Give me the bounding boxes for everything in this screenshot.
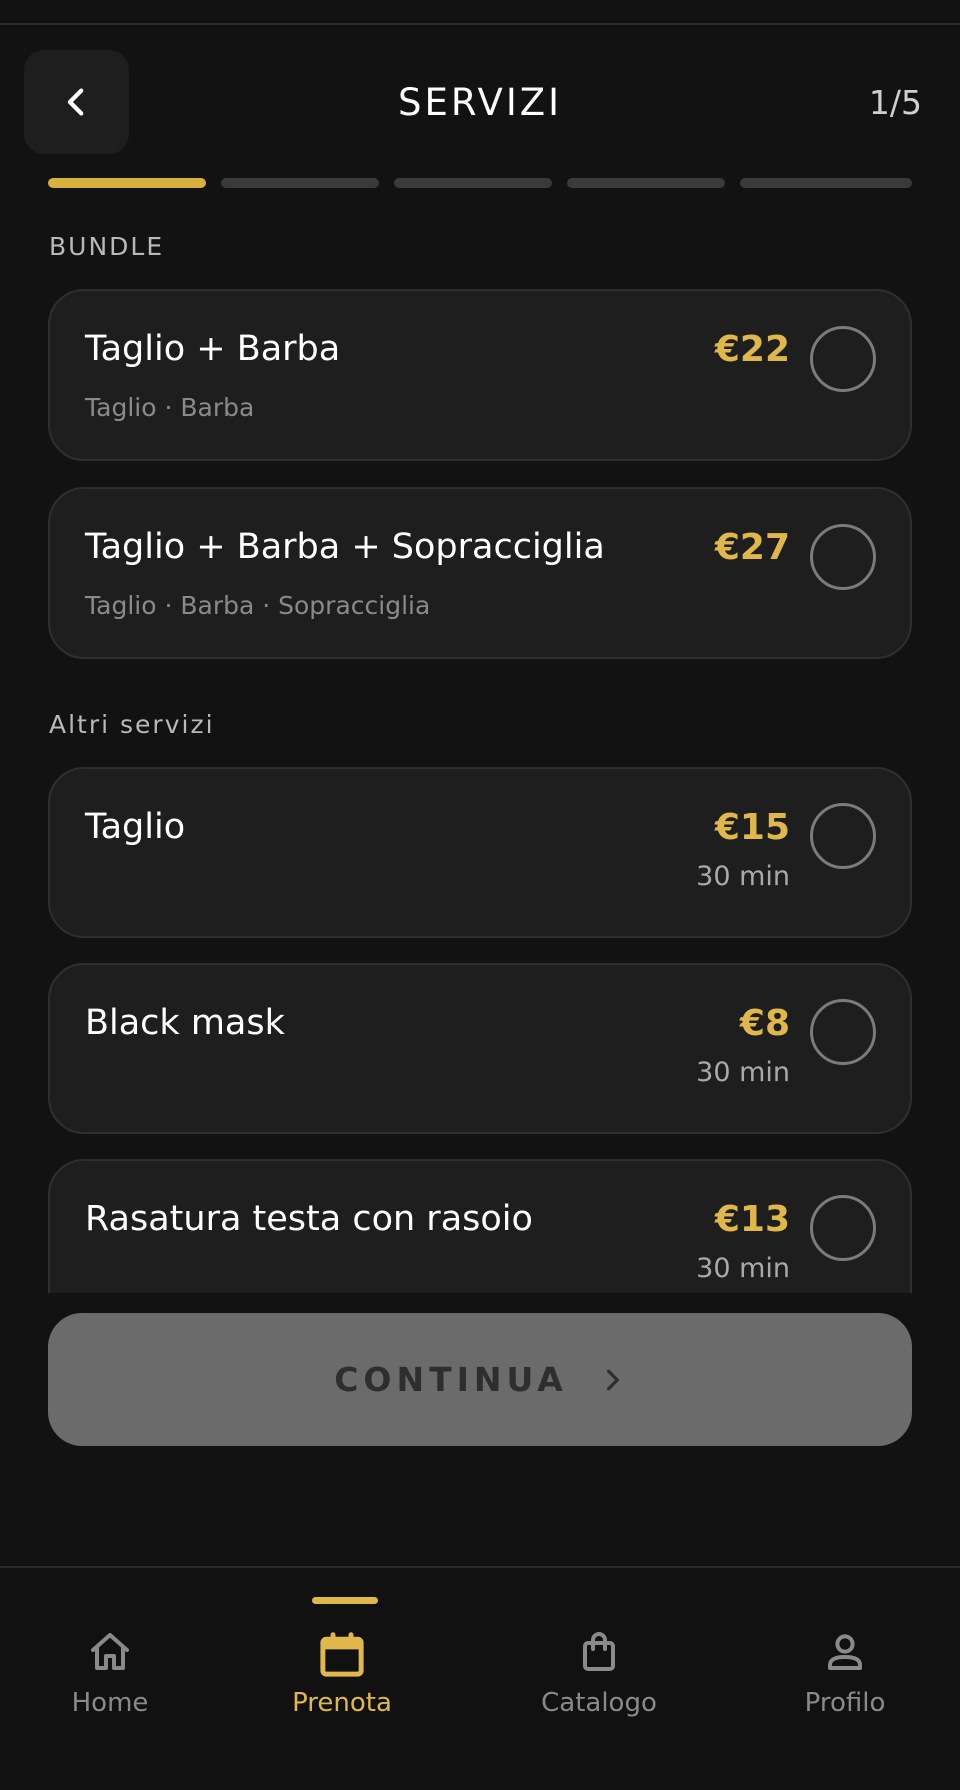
service-name: Black mask <box>85 1003 285 1043</box>
bundle-price: €22 <box>714 329 790 370</box>
service-card[interactable]: Black mask €8 30 min <box>48 963 912 1134</box>
progress-segment-5 <box>740 178 912 188</box>
progress-segment-2 <box>221 178 379 188</box>
user-icon <box>828 1634 862 1670</box>
nav-label: Home <box>71 1688 149 1718</box>
progress-segment-1 <box>48 178 206 188</box>
booking-services-screen: SERVIZI 1/5 BUNDLE Taglio + Barba Taglio… <box>0 0 960 1790</box>
select-radio[interactable] <box>810 326 876 392</box>
service-duration: 30 min <box>696 1057 790 1088</box>
bundle-includes: Taglio · Barba · Sopracciglia <box>85 591 431 620</box>
nav-item-home[interactable]: Home <box>10 1568 210 1768</box>
service-card[interactable]: Rasatura testa con rasoio €13 30 min <box>48 1159 912 1293</box>
shopping-bag-icon <box>583 1632 615 1671</box>
header: SERVIZI 1/5 <box>0 50 960 154</box>
bundle-card[interactable]: Taglio + Barba Taglio · Barba €22 <box>48 289 912 461</box>
select-radio[interactable] <box>810 524 876 590</box>
active-tab-indicator <box>312 1597 378 1604</box>
select-radio[interactable] <box>810 803 876 869</box>
home-icon <box>91 1633 129 1670</box>
service-duration: 30 min <box>696 1253 790 1284</box>
bundle-includes: Taglio · Barba <box>85 393 255 422</box>
progress-segment-4 <box>567 178 725 188</box>
service-duration: 30 min <box>696 861 790 892</box>
service-name: Taglio <box>85 807 186 847</box>
service-price: €13 <box>714 1199 790 1240</box>
select-radio[interactable] <box>810 999 876 1065</box>
chevron-left-icon <box>67 88 83 116</box>
nav-item-profilo[interactable]: Profilo <box>745 1568 945 1768</box>
service-price: €15 <box>714 807 790 848</box>
continue-button[interactable]: CONTINUA <box>48 1313 912 1446</box>
chevron-right-icon <box>606 1369 619 1390</box>
step-progress <box>48 178 912 188</box>
continue-label: CONTINUA <box>334 1360 568 1399</box>
service-price: €8 <box>739 1003 790 1044</box>
nav-label: Prenota <box>292 1688 392 1718</box>
service-name: Rasatura testa con rasoio <box>85 1199 533 1239</box>
calendar-icon <box>320 1632 364 1677</box>
bundle-name: Taglio + Barba + Sopracciglia <box>85 527 605 567</box>
bundle-section-label: BUNDLE <box>49 232 165 261</box>
service-card[interactable]: Taglio €15 30 min <box>48 767 912 938</box>
nav-item-prenota[interactable]: Prenota <box>242 1568 442 1768</box>
bundle-card[interactable]: Taglio + Barba + Sopracciglia Taglio · B… <box>48 487 912 659</box>
nav-label: Profilo <box>804 1688 886 1718</box>
services-list[interactable]: Taglio + Barba Taglio · Barba €22 Taglio… <box>0 270 960 1293</box>
bundle-price: €27 <box>714 527 790 568</box>
nav-item-catalogo[interactable]: Catalogo <box>499 1568 699 1768</box>
select-radio[interactable] <box>810 1195 876 1261</box>
other-services-label: Altri servizi <box>49 710 215 739</box>
step-counter: 1/5 <box>868 82 922 122</box>
back-button[interactable] <box>24 50 129 154</box>
top-divider <box>0 23 960 25</box>
nav-label: Catalogo <box>541 1688 657 1718</box>
page-title: SERVIZI <box>397 80 563 124</box>
bundle-name: Taglio + Barba <box>85 329 341 369</box>
progress-segment-3 <box>394 178 552 188</box>
bottom-nav: Home Prenota Catalogo Profilo <box>0 1568 960 1790</box>
